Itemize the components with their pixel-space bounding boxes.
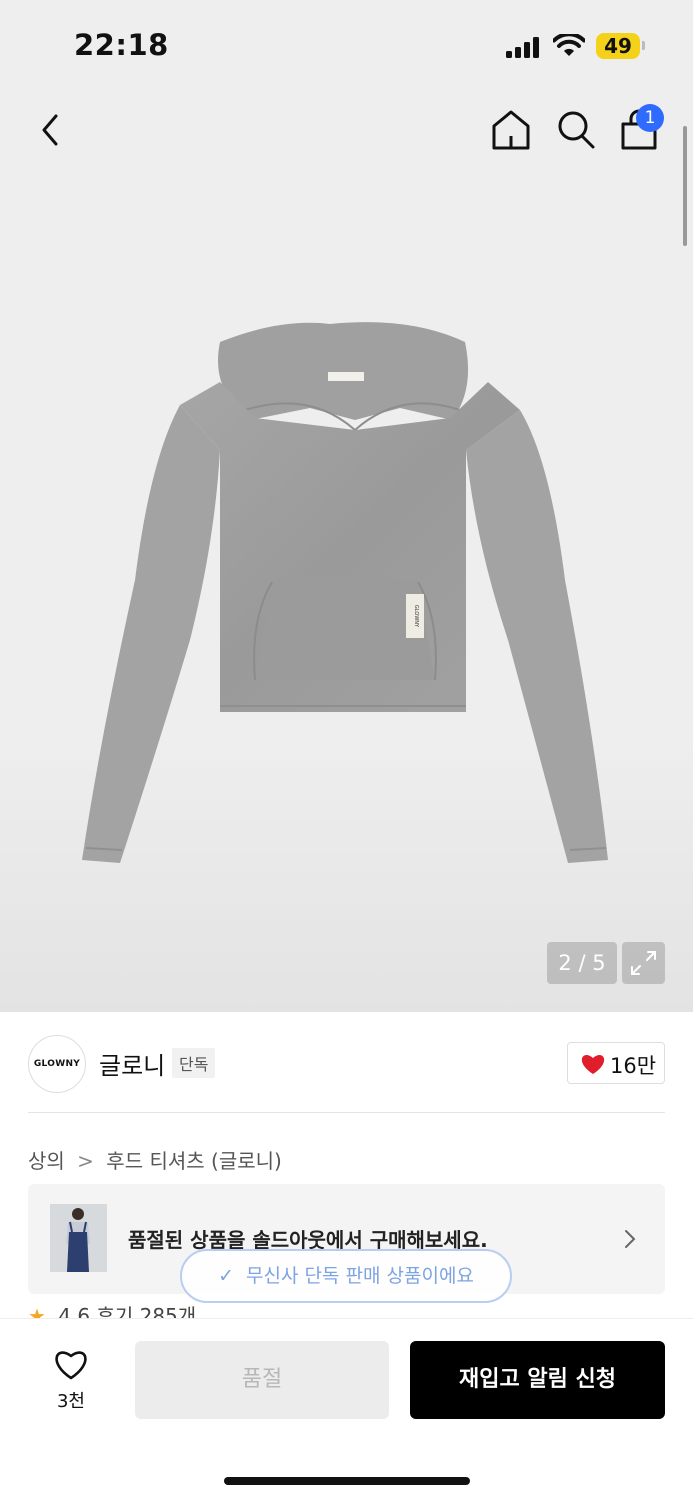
- search-icon[interactable]: [555, 108, 597, 152]
- wishlist-count: 3천: [56, 1391, 85, 1412]
- brand-like-count: 16만: [610, 1054, 657, 1078]
- expand-icon: [631, 951, 656, 975]
- wishlist-button[interactable]: 3천: [50, 1347, 92, 1413]
- rating-summary[interactable]: ★ 4.6 후기 285개: [28, 1300, 196, 1318]
- home-indicator[interactable]: [224, 1477, 470, 1485]
- wifi-icon: [553, 34, 585, 56]
- battery-indicator: 49: [596, 33, 640, 59]
- back-icon[interactable]: [36, 110, 64, 150]
- breadcrumb-subcategory[interactable]: 후드 티셔츠 (글로니): [106, 1149, 282, 1173]
- review-count: 후기 285개: [96, 1304, 197, 1318]
- rating-score: 4.6: [58, 1304, 91, 1318]
- signal-icon: [506, 36, 542, 58]
- divider: [28, 1112, 665, 1113]
- breadcrumb: 상의 > 후드 티셔츠 (글로니): [28, 1145, 282, 1174]
- home-icon[interactable]: [490, 108, 532, 152]
- heart-filled-icon: [581, 1055, 605, 1074]
- exclusive-toast: ✓ 무신사 단독 판매 상품이에요: [180, 1249, 512, 1303]
- restock-alert-button[interactable]: 재입고 알림 신청: [410, 1341, 665, 1419]
- heart-outline-icon: [55, 1351, 87, 1380]
- toast-text: 무신사 단독 판매 상품이에요: [246, 1265, 474, 1287]
- image-counter: 2 / 5: [547, 942, 617, 984]
- product-image: GLOWNY: [82, 322, 608, 863]
- neck-label: [328, 372, 364, 381]
- star-icon: ★: [28, 1304, 46, 1318]
- pocket-label-text: GLOWNY: [413, 605, 419, 628]
- soldout-button[interactable]: 품절: [135, 1341, 389, 1419]
- brand-like-button[interactable]: 16만: [567, 1042, 665, 1084]
- status-bar: 22:18 49: [0, 0, 693, 92]
- status-time: 22:18: [74, 28, 169, 62]
- chevron-right-icon[interactable]: [623, 1228, 637, 1250]
- brand-logo[interactable]: GLOWNY: [28, 1035, 86, 1093]
- exclusive-badge: 단독: [172, 1048, 216, 1078]
- fullscreen-button[interactable]: [622, 942, 665, 984]
- scrollbar[interactable]: [683, 126, 687, 246]
- promo-thumbnail: [50, 1204, 107, 1272]
- battery-tip: [642, 41, 645, 50]
- product-gallery[interactable]: 1 GLOWNY 2 / 5: [0, 92, 693, 1012]
- cart-count-badge: 1: [636, 104, 664, 132]
- brand-row[interactable]: GLOWNY 글로니 단독 16만: [28, 1032, 665, 1096]
- brand-name[interactable]: 글로니: [99, 1046, 165, 1081]
- check-icon: ✓: [218, 1265, 234, 1287]
- bottom-action-bar: 3천 품절 재입고 알림 신청: [0, 1318, 693, 1500]
- breadcrumb-category[interactable]: 상의: [28, 1149, 65, 1173]
- breadcrumb-separator: >: [77, 1149, 94, 1173]
